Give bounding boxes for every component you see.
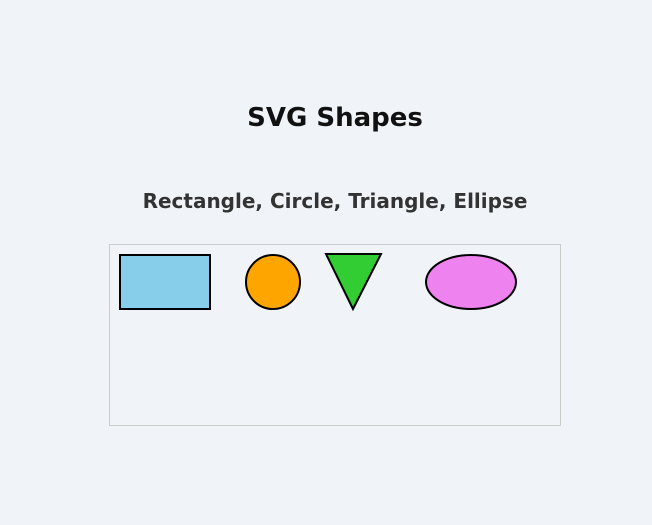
circle-shape bbox=[245, 254, 301, 310]
triangle-shape bbox=[324, 253, 383, 312]
page-subtitle: Rectangle, Circle, Triangle, Ellipse bbox=[142, 189, 528, 213]
rectangle-shape bbox=[119, 254, 211, 310]
page-title: SVG Shapes bbox=[247, 103, 423, 133]
svg-canvas bbox=[109, 244, 561, 426]
shapes-svg bbox=[119, 253, 517, 312]
ellipse-shape bbox=[425, 254, 517, 310]
